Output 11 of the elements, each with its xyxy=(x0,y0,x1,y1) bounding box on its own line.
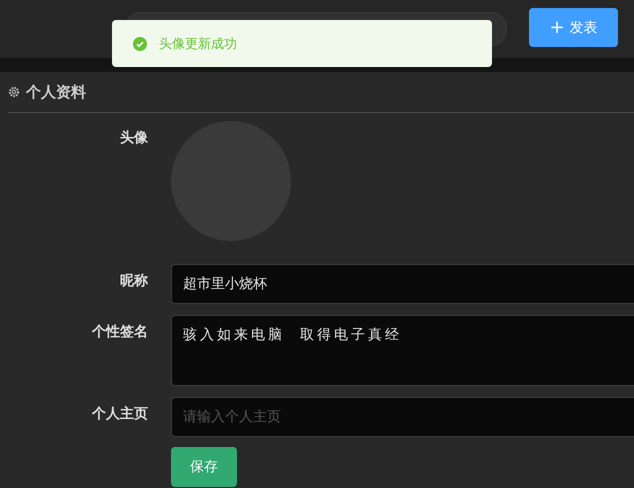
section-title: 个人资料 xyxy=(26,82,86,102)
check-circle-icon xyxy=(133,36,147,50)
field-label: 个人主页 xyxy=(90,404,148,424)
field-label: 昵称 xyxy=(119,272,148,291)
toast-message: 头像更新成功 xyxy=(159,36,237,52)
gear-icon xyxy=(8,86,20,98)
input-field[interactable]: 请输入个人主页 xyxy=(171,397,634,437)
field-label: 头像 xyxy=(119,129,148,148)
field-label: 个性签名 xyxy=(90,323,148,342)
signature-field[interactable]: 骇入如来电脑 取得电子真经 xyxy=(171,315,634,386)
input-field[interactable]: 超市里小烧杯 xyxy=(171,264,634,304)
